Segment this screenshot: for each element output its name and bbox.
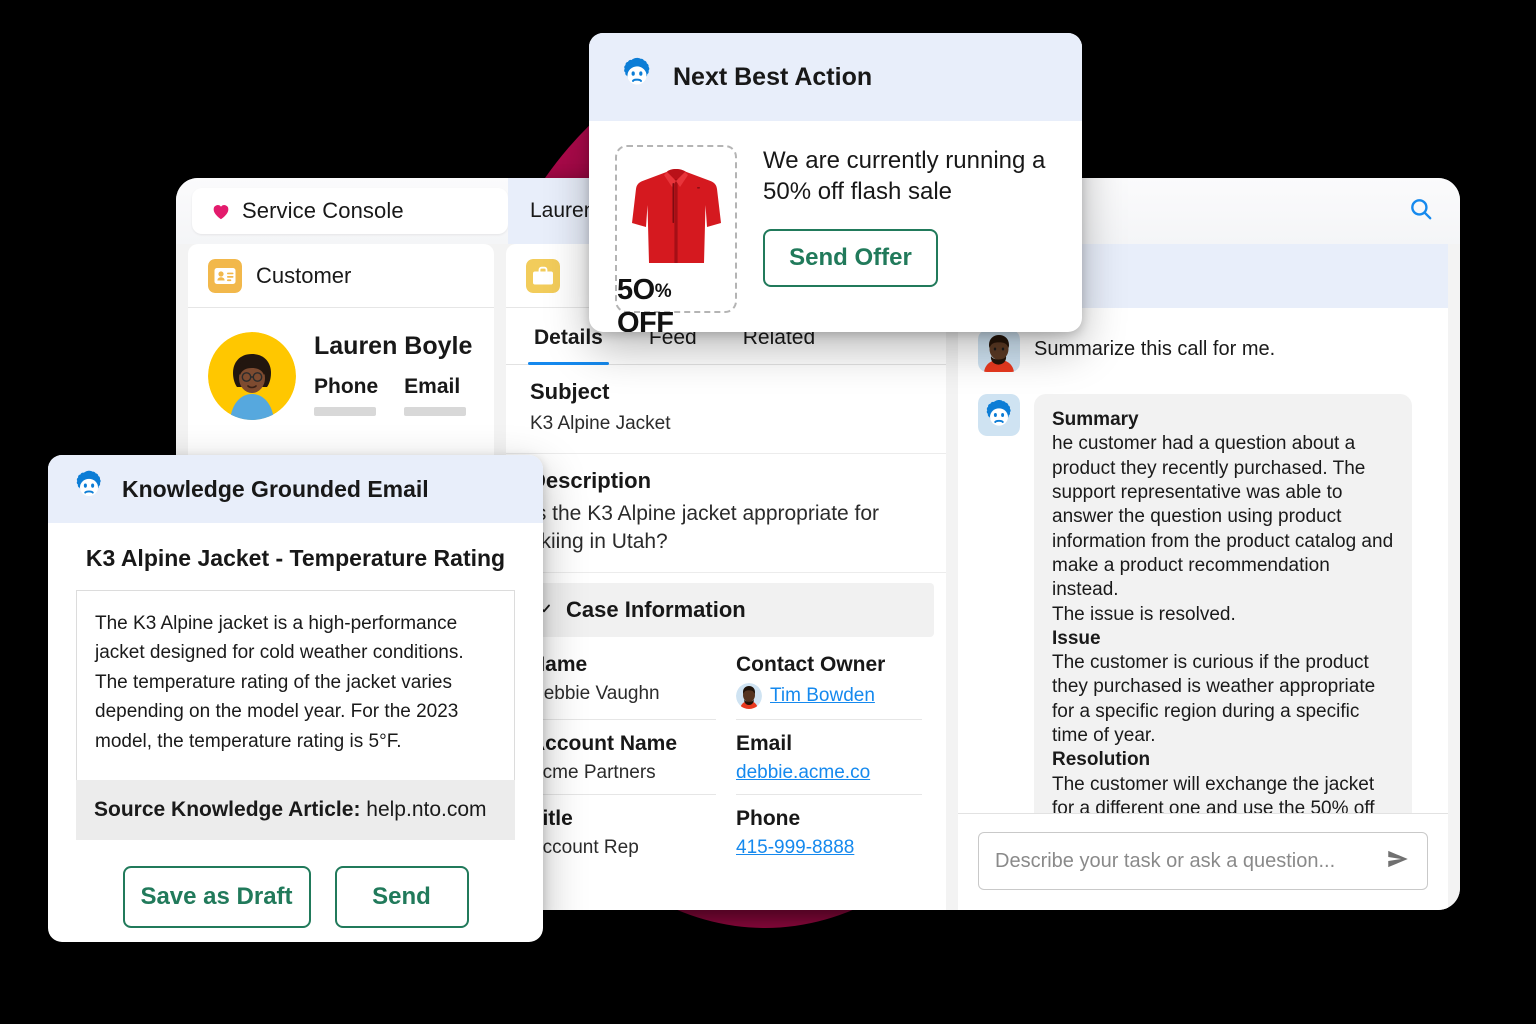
customer-fields: Phone Email <box>314 375 472 416</box>
offer-coupon: 5O% OFF <box>615 145 737 313</box>
customer-panel-title: Customer <box>256 263 351 289</box>
case-field-subject-value: K3 Alpine Jacket <box>530 411 922 437</box>
chat-message-assistant-bubble: Summary he customer had a question about… <box>1034 394 1412 813</box>
case-field-description: Description Is the K3 Alpine jacket appr… <box>506 454 946 574</box>
case-field-account-name-label: Account Name <box>530 732 716 756</box>
customer-field-email-value-placeholder <box>404 407 466 416</box>
knowledge-grounded-email-title: Knowledge Grounded Email <box>122 476 429 503</box>
issue-heading: Issue <box>1052 628 1101 649</box>
customer-field-phone: Phone <box>314 375 378 416</box>
case-field-phone: Phone 415-999-8888 <box>736 807 922 869</box>
case-field-account-name: Account Name Acme Partners <box>530 732 716 795</box>
einstein-input-wrapper[interactable] <box>978 832 1428 890</box>
next-best-action-card: Next Best Action <box>589 33 1082 332</box>
send-icon[interactable] <box>1385 846 1411 877</box>
customer-summary: Lauren Boyle Phone Email <box>188 308 494 420</box>
chat-message-user: Summarize this call for me. <box>978 330 1428 372</box>
next-best-action-content: We are currently running a 50% off flash… <box>763 145 1056 313</box>
einstein-icon <box>617 55 657 100</box>
case-field-email-label: Email <box>736 732 922 756</box>
case-field-contact-owner: Contact Owner Tim Bowden <box>736 653 922 720</box>
case-field-subject-label: Subject <box>530 379 922 405</box>
tab-service-console[interactable]: Service Console <box>192 188 508 234</box>
einstein-panel: nstein Summarize this call for me. <box>958 244 1448 910</box>
briefcase-icon <box>526 259 560 293</box>
tab-lauren-label: Lauren <box>530 199 595 223</box>
contact-owner-link[interactable]: Tim Bowden <box>770 685 875 707</box>
knowledge-source-label: Source Knowledge Article: <box>94 798 360 821</box>
case-field-contact-owner-value: Tim Bowden <box>736 683 922 709</box>
einstein-input[interactable] <box>995 850 1385 873</box>
tab-service-console-label: Service Console <box>242 198 404 224</box>
customer-field-phone-value-placeholder <box>314 407 376 416</box>
heart-icon <box>210 200 232 222</box>
next-best-action-title: Next Best Action <box>673 63 872 92</box>
customer-field-email-label: Email <box>404 375 466 399</box>
case-field-name-value: Debbie Vaughn <box>530 683 716 705</box>
knowledge-grounded-email-card: Knowledge Grounded Email K3 Alpine Jacke… <box>48 455 543 942</box>
case-information-fields: Name Debbie Vaughn Contact Owner Tim Bow… <box>506 637 946 881</box>
search-icon <box>1408 196 1434 227</box>
case-field-title-label: Title <box>530 807 716 831</box>
knowledge-grounded-email-header: Knowledge Grounded Email <box>48 455 543 523</box>
customer-name: Lauren Boyle <box>314 332 472 361</box>
screenshot-stage: Service Console Lauren Customer <box>0 0 1536 1024</box>
coupon-label: 5O% OFF <box>617 274 735 332</box>
einstein-icon <box>978 394 1020 813</box>
chat-message-assistant: Summary he customer had a question about… <box>978 394 1428 813</box>
resolution-text: The customer will exchange the jacket fo… <box>1052 774 1375 813</box>
case-information-section-label: Case Information <box>566 597 746 623</box>
next-best-action-message: We are currently running a 50% off flash… <box>763 145 1056 207</box>
knowledge-article-body: The K3 Alpine jacket is a high-performan… <box>76 590 515 780</box>
knowledge-grounded-email-actions: Save as Draft Send <box>48 840 543 928</box>
case-field-email: Email debbie.acme.co <box>736 732 922 795</box>
coupon-off-text: OFF <box>617 307 674 332</box>
case-field-phone-label: Phone <box>736 807 922 831</box>
knowledge-source: Source Knowledge Article: help.nto.com <box>76 780 515 840</box>
chat-message-user-text: Summarize this call for me. <box>1034 330 1275 372</box>
einstein-icon <box>70 468 108 511</box>
case-field-name: Name Debbie Vaughn <box>530 653 716 720</box>
einstein-composer <box>958 813 1448 908</box>
send-offer-button[interactable]: Send Offer <box>763 229 938 287</box>
resolution-heading: Resolution <box>1052 749 1150 770</box>
summary-text: he customer had a question about a produ… <box>1052 433 1393 624</box>
email-link[interactable]: debbie.acme.co <box>736 762 870 784</box>
case-field-description-value: Is the K3 Alpine jacket appropriate for … <box>530 500 922 557</box>
case-field-title-value: Account Rep <box>530 837 716 859</box>
customer-field-email: Email <box>404 375 466 416</box>
tab-details-label: Details <box>534 326 603 349</box>
avatar <box>978 330 1020 372</box>
customer-details: Lauren Boyle Phone Email <box>314 332 472 416</box>
avatar <box>736 683 762 709</box>
next-best-action-body: 5O% OFF We are currently running a 50% o… <box>589 121 1082 313</box>
case-field-name-label: Name <box>530 653 716 677</box>
search-button[interactable] <box>1408 196 1460 227</box>
customer-field-phone-label: Phone <box>314 375 378 399</box>
case-field-description-label: Description <box>530 468 922 494</box>
case-field-title: Title Account Rep <box>530 807 716 869</box>
einstein-conversation: Summarize this call for me. Summary he c… <box>958 308 1448 813</box>
phone-link[interactable]: 415-999-8888 <box>736 837 854 859</box>
coupon-percent: % <box>655 281 671 302</box>
red-jacket-image <box>617 157 735 274</box>
coupon-number: 5O <box>617 274 655 306</box>
case-information-section-toggle[interactable]: Case Information <box>518 583 934 637</box>
avatar <box>208 332 296 420</box>
knowledge-article-title: K3 Alpine Jacket - Temperature Rating <box>48 523 543 590</box>
contact-card-icon <box>208 259 242 293</box>
issue-text: The customer is curious if the product t… <box>1052 652 1375 746</box>
case-field-contact-owner-label: Contact Owner <box>736 653 922 677</box>
send-button[interactable]: Send <box>335 866 469 928</box>
save-as-draft-button[interactable]: Save as Draft <box>123 866 311 928</box>
case-field-subject: Subject K3 Alpine Jacket <box>506 365 946 454</box>
case-field-account-name-value: Acme Partners <box>530 762 716 784</box>
case-panel: Details Feed Related Subject K3 Alpine J… <box>506 244 946 910</box>
next-best-action-header: Next Best Action <box>589 33 1082 121</box>
customer-panel-header: Customer <box>188 244 494 308</box>
summary-heading: Summary <box>1052 409 1139 430</box>
knowledge-source-value: help.nto.com <box>366 798 486 821</box>
